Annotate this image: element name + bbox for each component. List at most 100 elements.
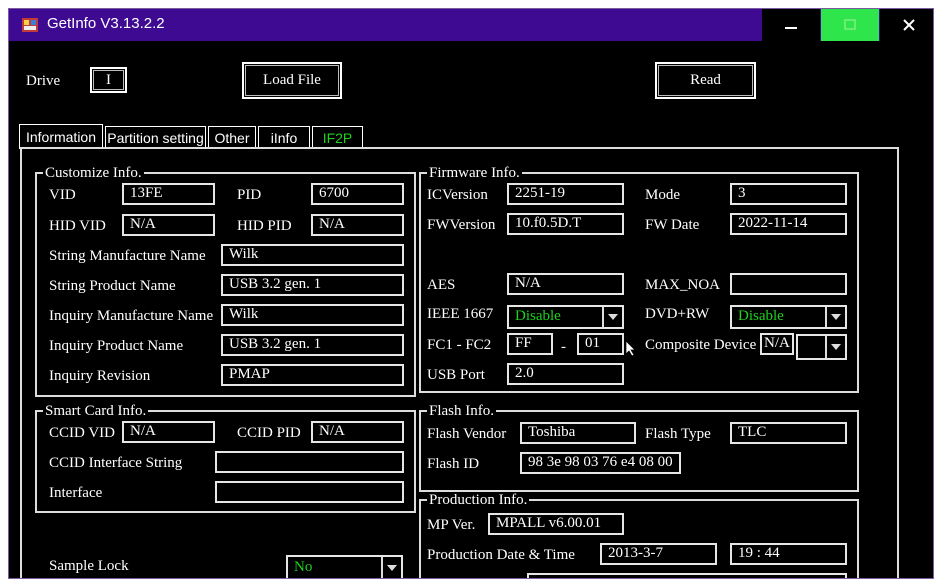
dvd-rw-select[interactable]: Disable bbox=[730, 305, 847, 329]
app-window: GetInfo V3.13.2.2 Drive I Load File Read… bbox=[8, 8, 934, 579]
smart-card-info-title: Smart Card Info. bbox=[43, 403, 149, 419]
string-manufacture-name-field[interactable]: Wilk bbox=[221, 244, 404, 266]
ccid-pid-field[interactable]: N/A bbox=[311, 421, 404, 443]
production-date-field[interactable]: 2013-3-7 bbox=[600, 543, 717, 565]
production-info-group bbox=[419, 499, 859, 578]
close-button[interactable] bbox=[880, 9, 933, 41]
chevron-down-icon bbox=[831, 344, 841, 350]
tab-if2p[interactable]: IF2P bbox=[312, 126, 363, 148]
serial-number-field[interactable] bbox=[527, 573, 847, 578]
flash-vendor-label: Flash Vendor bbox=[427, 426, 507, 442]
interface-field[interactable] bbox=[215, 481, 404, 503]
hid-vid-field[interactable]: N/A bbox=[122, 214, 215, 236]
ieee-1667-value: Disable bbox=[515, 308, 561, 324]
mp-ver-label: MP Ver. bbox=[427, 517, 476, 533]
composite-device-select[interactable] bbox=[796, 334, 847, 360]
flash-id-label: Flash ID bbox=[427, 456, 480, 472]
dvd-rw-label: DVD+RW bbox=[645, 306, 710, 322]
app-icon bbox=[22, 18, 38, 32]
max-noa-label: MAX_NOA bbox=[645, 277, 720, 293]
inquiry-product-name-label: Inquiry Product Name bbox=[49, 338, 184, 354]
flash-type-label: Flash Type bbox=[645, 426, 711, 442]
drive-selector[interactable]: I bbox=[90, 67, 127, 93]
string-manufacture-name-label: String Manufacture Name bbox=[49, 248, 206, 264]
ieee-1667-dropdown-arrow[interactable] bbox=[602, 307, 622, 327]
mouse-cursor-icon bbox=[626, 341, 636, 357]
hid-vid-label: HID VID bbox=[49, 218, 106, 234]
fc1-field[interactable]: FF bbox=[507, 333, 553, 355]
ieee-1667-select[interactable]: Disable bbox=[507, 305, 624, 329]
aes-label: AES bbox=[427, 277, 456, 293]
production-info-title: Production Info. bbox=[427, 492, 530, 508]
ccid-pid-label: CCID PID bbox=[237, 425, 301, 441]
inquiry-revision-label: Inquiry Revision bbox=[49, 368, 151, 384]
sample-lock-select[interactable]: No bbox=[286, 555, 403, 578]
inquiry-manufacture-name-label: Inquiry Manufacture Name bbox=[49, 308, 214, 324]
chevron-down-icon bbox=[831, 314, 841, 320]
fwversion-label: FWVersion bbox=[427, 217, 496, 233]
minimize-button[interactable] bbox=[762, 9, 820, 41]
fc-separator: - bbox=[561, 339, 566, 355]
inquiry-product-name-field[interactable]: USB 3.2 gen. 1 bbox=[221, 334, 404, 356]
pid-field[interactable]: 6700 bbox=[311, 183, 404, 205]
dvd-rw-dropdown-arrow[interactable] bbox=[825, 307, 845, 327]
usb-port-field[interactable]: 2.0 bbox=[507, 363, 624, 385]
chevron-down-icon bbox=[608, 314, 618, 320]
load-file-button[interactable]: Load File bbox=[242, 62, 342, 99]
string-product-name-label: String Product Name bbox=[49, 278, 176, 294]
sample-lock-value: No bbox=[294, 559, 313, 575]
tab-iinfo[interactable]: iInfo bbox=[258, 126, 310, 148]
inquiry-revision-field[interactable]: PMAP bbox=[221, 364, 404, 386]
usb-port-label: USB Port bbox=[427, 367, 485, 383]
aes-field[interactable]: N/A bbox=[507, 273, 624, 295]
flash-id-field[interactable]: 98 3e 98 03 76 e4 08 00 bbox=[520, 452, 681, 474]
composite-device-field[interactable]: N/A bbox=[760, 333, 794, 355]
close-icon bbox=[903, 19, 915, 31]
production-date-time-label: Production Date & Time bbox=[427, 547, 575, 563]
hid-pid-field[interactable]: N/A bbox=[311, 214, 404, 236]
drive-label: Drive bbox=[26, 73, 61, 89]
flash-info-title: Flash Info. bbox=[427, 403, 496, 419]
composite-device-label: Composite Device bbox=[645, 337, 757, 353]
tab-information[interactable]: Information bbox=[19, 124, 103, 149]
pid-label: PID bbox=[237, 187, 262, 203]
flash-vendor-field[interactable]: Toshiba bbox=[520, 422, 636, 444]
ccid-interface-string-label: CCID Interface String bbox=[49, 455, 183, 471]
fw-date-field[interactable]: 2022-11-14 bbox=[730, 213, 847, 235]
fc1-fc2-label: FC1 - FC2 bbox=[427, 337, 492, 353]
icversion-field[interactable]: 2251-19 bbox=[507, 183, 624, 205]
inquiry-manufacture-name-field[interactable]: Wilk bbox=[221, 304, 404, 326]
maximize-button[interactable] bbox=[821, 9, 879, 41]
customize-info-title: Customize Info. bbox=[43, 165, 144, 181]
max-noa-field[interactable] bbox=[730, 273, 847, 295]
tab-partition-setting[interactable]: Partition setting bbox=[105, 126, 206, 148]
sample-lock-dropdown-arrow[interactable] bbox=[381, 557, 401, 578]
title-bar: GetInfo V3.13.2.2 bbox=[9, 9, 933, 41]
vid-field[interactable]: 13FE bbox=[122, 183, 215, 205]
mp-ver-field[interactable]: MPALL v6.00.01 bbox=[488, 513, 624, 535]
mode-field[interactable]: 3 bbox=[730, 183, 847, 205]
ccid-vid-field[interactable]: N/A bbox=[122, 421, 215, 443]
ieee-1667-label: IEEE 1667 bbox=[427, 306, 494, 322]
sample-lock-label: Sample Lock bbox=[49, 558, 129, 574]
hid-pid-label: HID PID bbox=[237, 218, 292, 234]
icversion-label: ICVersion bbox=[427, 187, 488, 203]
flash-type-field[interactable]: TLC bbox=[730, 422, 847, 444]
read-button[interactable]: Read bbox=[655, 62, 756, 99]
firmware-info-title: Firmware Info. bbox=[427, 165, 522, 181]
ccid-vid-label: CCID VID bbox=[49, 425, 115, 441]
tab-other[interactable]: Other bbox=[208, 126, 256, 148]
vid-label: VID bbox=[49, 187, 76, 203]
string-product-name-field[interactable]: USB 3.2 gen. 1 bbox=[221, 274, 404, 296]
composite-device-dropdown-arrow[interactable] bbox=[825, 336, 845, 358]
dvd-rw-value: Disable bbox=[738, 308, 784, 324]
fw-date-label: FW Date bbox=[645, 217, 700, 233]
fc2-field[interactable]: 01 bbox=[577, 333, 624, 355]
mode-label: Mode bbox=[645, 187, 680, 203]
window-title: GetInfo V3.13.2.2 bbox=[47, 15, 165, 32]
ccid-interface-string-field[interactable] bbox=[215, 451, 404, 473]
production-time-field[interactable]: 19 : 44 bbox=[730, 543, 847, 565]
chevron-down-icon bbox=[387, 565, 397, 571]
fwversion-field[interactable]: 10.f0.5D.T bbox=[507, 213, 624, 235]
maximize-icon bbox=[844, 19, 856, 30]
